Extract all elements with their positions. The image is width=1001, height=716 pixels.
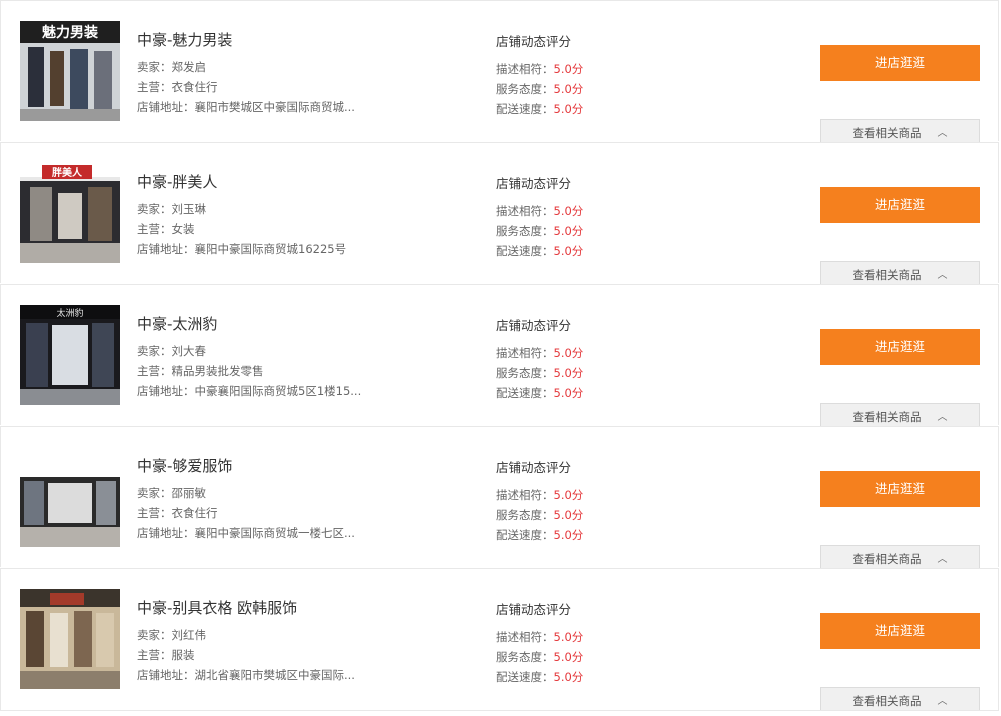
store-seller: 卖家：刘大春 xyxy=(137,344,206,358)
enter-store-button[interactable]: 进店逛逛 xyxy=(820,187,980,223)
rating-service: 服务态度：5.0分 xyxy=(496,508,584,522)
rating-desc: 描述相符：5.0分 xyxy=(496,346,584,360)
rating-service: 服务态度：5.0分 xyxy=(496,366,584,380)
rating-desc: 描述相符：5.0分 xyxy=(496,630,584,644)
rating-service: 服务态度：5.0分 xyxy=(496,224,584,238)
store-main-business: 主营：精品男装批发零售 xyxy=(137,364,264,378)
store-row: 胖美人 中豪-胖美人 卖家：刘玉琳 主营：女装 店铺地址：襄阳中豪国际商贸城16… xyxy=(0,142,999,284)
rating-title: 店铺动态评分 xyxy=(496,318,572,333)
store-row: 中豪-别具衣格 欧韩服饰 卖家：刘红伟 主营：服装 店铺地址：湖北省襄阳市樊城区… xyxy=(0,568,999,711)
store-address: 店铺地址：中豪襄阳国际商贸城5区1楼15... xyxy=(137,384,362,398)
store-row: 中豪-够爱服饰 卖家：邵丽敏 主营：衣食住行 店铺地址：襄阳中豪国际商贸城一楼七… xyxy=(0,426,999,568)
store-sign-text: 太洲豹 xyxy=(56,307,83,319)
rating-delivery: 配送速度：5.0分 xyxy=(496,102,584,116)
view-related-products-button[interactable]: 查看相关商品 ︿ xyxy=(820,119,980,142)
enter-store-button[interactable]: 进店逛逛 xyxy=(820,45,980,81)
view-related-products-button[interactable]: 查看相关商品 ︿ xyxy=(820,687,980,710)
rating-title: 店铺动态评分 xyxy=(496,460,572,475)
store-main-business: 主营：女装 xyxy=(137,222,195,236)
store-seller: 卖家：邵丽敏 xyxy=(137,486,206,500)
rating-desc: 描述相符：5.0分 xyxy=(496,488,584,502)
enter-store-button[interactable]: 进店逛逛 xyxy=(820,613,980,649)
store-name[interactable]: 中豪-魅力男装 xyxy=(137,29,232,50)
store-seller: 卖家：刘玉琳 xyxy=(137,202,206,216)
store-main-business: 主营：衣食住行 xyxy=(137,506,218,520)
store-main-business: 主营：服装 xyxy=(137,648,195,662)
view-related-products-button[interactable]: 查看相关商品 ︿ xyxy=(820,403,980,426)
rating-desc: 描述相符：5.0分 xyxy=(496,204,584,218)
rating-service: 服务态度：5.0分 xyxy=(496,82,584,96)
chevron-up-icon: ︿ xyxy=(937,696,948,707)
store-thumbnail[interactable]: 胖美人 xyxy=(20,163,120,263)
store-name[interactable]: 中豪-太洲豹 xyxy=(137,313,217,334)
rating-delivery: 配送速度：5.0分 xyxy=(496,244,584,258)
store-address: 店铺地址：襄阳中豪国际商贸城一楼七区... xyxy=(137,526,355,540)
store-sign-text: 魅力男装 xyxy=(42,24,99,41)
store-name[interactable]: 中豪-别具衣格 欧韩服饰 xyxy=(137,597,297,618)
rating-delivery: 配送速度：5.0分 xyxy=(496,670,584,684)
store-address: 店铺地址：襄阳中豪国际商贸城16225号 xyxy=(137,242,347,256)
rating-title: 店铺动态评分 xyxy=(496,176,572,191)
store-thumbnail[interactable]: 魅力男装 xyxy=(20,21,120,121)
store-thumbnail[interactable]: 太洲豹 xyxy=(20,305,120,405)
rating-desc: 描述相符：5.0分 xyxy=(496,62,584,76)
rating-title: 店铺动态评分 xyxy=(496,34,572,49)
store-sign-text: 胖美人 xyxy=(51,166,83,179)
store-thumbnail[interactable] xyxy=(20,447,120,547)
rating-title: 店铺动态评分 xyxy=(496,602,572,617)
store-seller: 卖家：刘红伟 xyxy=(137,628,206,642)
view-related-products-button[interactable]: 查看相关商品 ︿ xyxy=(820,261,980,284)
store-address: 店铺地址：襄阳市樊城区中豪国际商贸城... xyxy=(137,100,355,114)
store-row: 太洲豹 中豪-太洲豹 卖家：刘大春 主营：精品男装批发零售 店铺地址：中豪襄阳国… xyxy=(0,284,999,426)
store-thumbnail[interactable] xyxy=(20,589,120,689)
store-row: 魅力男装 中豪-魅力男装 卖家：郑发启 主营：衣食住行 店铺地址：襄阳市樊城区中… xyxy=(0,0,999,142)
store-name[interactable]: 中豪-够爱服饰 xyxy=(137,455,232,476)
store-address: 店铺地址：湖北省襄阳市樊城区中豪国际... xyxy=(137,668,355,682)
store-name[interactable]: 中豪-胖美人 xyxy=(137,171,217,192)
store-seller: 卖家：郑发启 xyxy=(137,60,206,74)
store-main-business: 主营：衣食住行 xyxy=(137,80,218,94)
rating-delivery: 配送速度：5.0分 xyxy=(496,386,584,400)
rating-delivery: 配送速度：5.0分 xyxy=(496,528,584,542)
store-list: 魅力男装 中豪-魅力男装 卖家：郑发启 主营：衣食住行 店铺地址：襄阳市樊城区中… xyxy=(0,0,1001,715)
enter-store-button[interactable]: 进店逛逛 xyxy=(820,471,980,507)
view-related-products-button[interactable]: 查看相关商品 ︿ xyxy=(820,545,980,568)
enter-store-button[interactable]: 进店逛逛 xyxy=(820,329,980,365)
rating-service: 服务态度：5.0分 xyxy=(496,650,584,664)
